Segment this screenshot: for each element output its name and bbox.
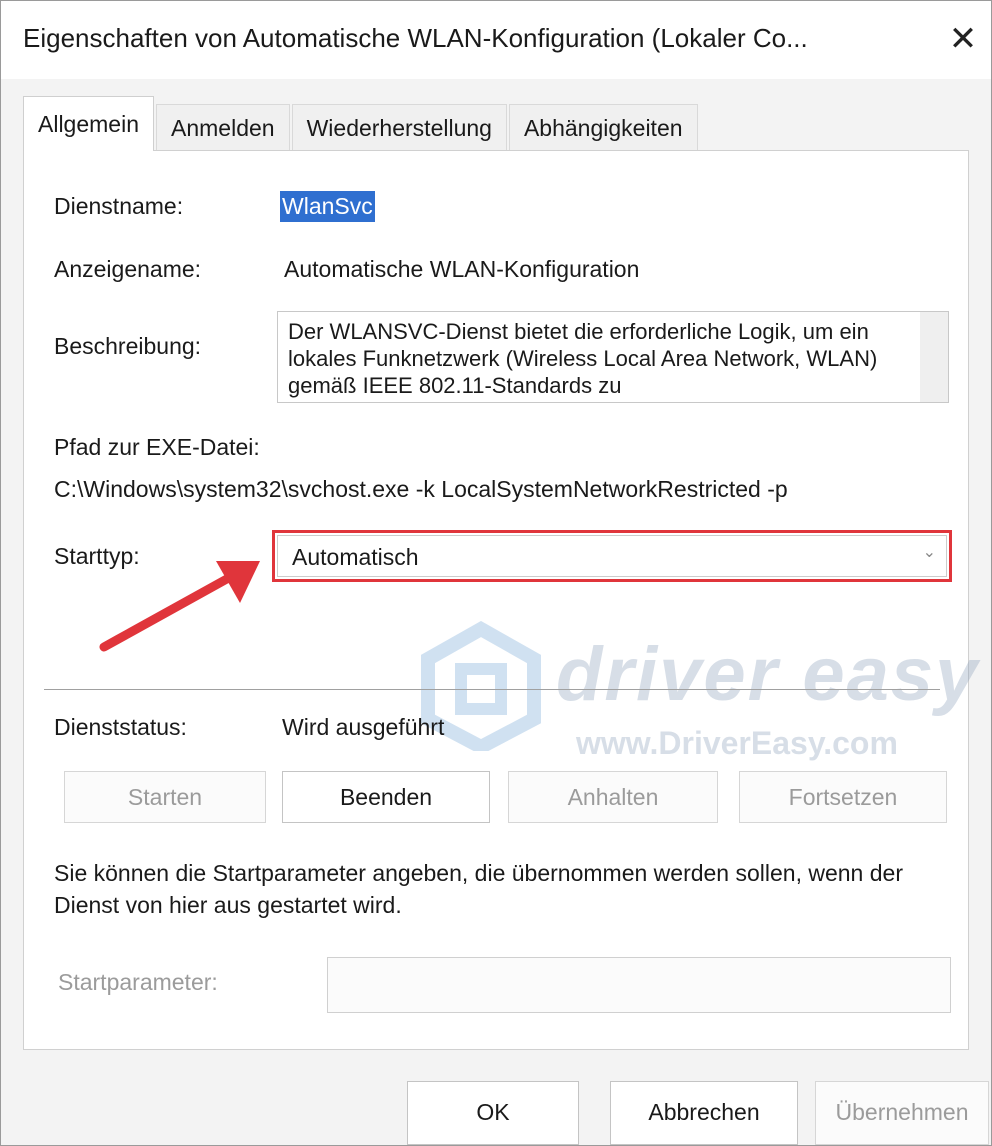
tab-allgemein[interactable]: Allgemein [23,96,154,151]
start-button[interactable]: Starten [64,771,266,823]
stop-button[interactable]: Beenden [282,771,490,823]
description-scrollbar[interactable] [920,312,948,402]
start-parameters-label: Startparameter: [58,969,218,995]
resume-button[interactable]: Fortsetzen [739,771,947,823]
tab-abhaengigkeiten[interactable]: Abhängigkeiten [508,104,698,151]
start-parameters-hint: Sie können die Startparameter angeben, d… [54,860,903,918]
path-value: C:\Windows\system32\svchost.exe -k Local… [54,476,788,502]
close-icon[interactable]: ✕ [943,19,983,59]
path-label: Pfad zur EXE-Datei: [54,434,260,460]
description-text: Der WLANSVC-Dienst bietet die erforderli… [288,319,878,398]
window-title: Eigenschaften von Automatische WLAN-Konf… [23,23,808,53]
service-name-label: Dienstname: [54,193,184,219]
watermark-url: www.DriverEasy.com [576,725,898,761]
watermark-brand: driver easy [556,632,980,717]
start-parameters-input[interactable] [327,957,951,1013]
display-name-label: Anzeigename: [54,256,202,282]
ok-button[interactable]: OK [407,1081,579,1145]
properties-dialog: Eigenschaften von Automatische WLAN-Konf… [0,0,992,1146]
apply-button[interactable]: Übernehmen [815,1081,989,1145]
description-box[interactable]: Der WLANSVC-Dienst bietet die erforderli… [277,311,949,403]
service-status-label: Dienststatus: [54,714,187,740]
section-divider [44,689,940,690]
display-name-value: Automatische WLAN-Konfiguration [284,256,640,282]
startup-type-value: Automatisch [292,544,419,570]
pause-button[interactable]: Anhalten [508,771,718,823]
service-status-value: Wird ausgeführt [282,714,445,740]
service-name-value[interactable]: WlanSvc [280,191,375,222]
tab-bar: Allgemein Anmelden Wiederherstellung Abh… [23,96,700,151]
description-label: Beschreibung: [54,333,202,359]
chevron-down-icon: ⌄ [922,544,936,561]
startup-type-dropdown[interactable]: Automatisch ⌄ [277,535,947,577]
general-panel: Dienstname: WlanSvc Anzeigename: Automat… [23,150,977,1050]
cancel-button[interactable]: Abbrechen [610,1081,798,1145]
tab-wiederherstellung[interactable]: Wiederherstellung [291,104,507,151]
title-bar: Eigenschaften von Automatische WLAN-Konf… [1,1,991,79]
red-arrow-icon [99,561,260,652]
tab-anmelden[interactable]: Anmelden [156,104,290,151]
